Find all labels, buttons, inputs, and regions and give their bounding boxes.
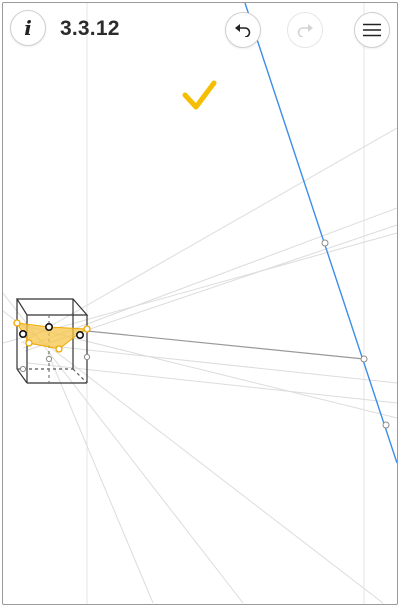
- hamburger-menu-icon: [363, 23, 381, 37]
- checkmark-icon: [182, 80, 217, 110]
- prism-hidden-edge: [72, 368, 88, 384]
- prism-point: [83, 353, 91, 361]
- construction-line: [20, 127, 397, 344]
- given-point: [44, 322, 53, 331]
- undo-icon: [235, 24, 251, 37]
- construction-line: [3, 232, 397, 344]
- construction-line: [47, 352, 154, 604]
- intersection-point: [382, 421, 390, 429]
- info-button[interactable]: i: [10, 10, 46, 46]
- construction-line: [22, 342, 397, 384]
- undo-button[interactable]: [225, 12, 261, 48]
- given-point: [76, 330, 85, 339]
- prism-point: [19, 365, 27, 373]
- section-vertex: [83, 325, 91, 333]
- game-canvas-frame: i 3.3.12: [2, 2, 398, 605]
- info-icon: i: [24, 16, 32, 40]
- construction-canvas[interactable]: [3, 3, 397, 604]
- section-vertex: [13, 319, 21, 327]
- intersection-point: [321, 239, 329, 247]
- given-point: [18, 329, 27, 338]
- intersection-point: [360, 355, 368, 363]
- prism-top-face: [15, 298, 89, 316]
- redo-icon: [297, 24, 313, 37]
- redo-button[interactable]: [287, 12, 323, 48]
- construction-lines: [3, 127, 397, 604]
- construction-line: [22, 207, 397, 349]
- section-vertex: [55, 345, 63, 353]
- prism-point: [45, 355, 53, 363]
- vertical-guides: [86, 3, 365, 604]
- projection-line: [86, 330, 365, 360]
- level-label: 3.3.12: [60, 17, 120, 40]
- section-vertex: [25, 339, 33, 347]
- menu-button[interactable]: [354, 12, 390, 48]
